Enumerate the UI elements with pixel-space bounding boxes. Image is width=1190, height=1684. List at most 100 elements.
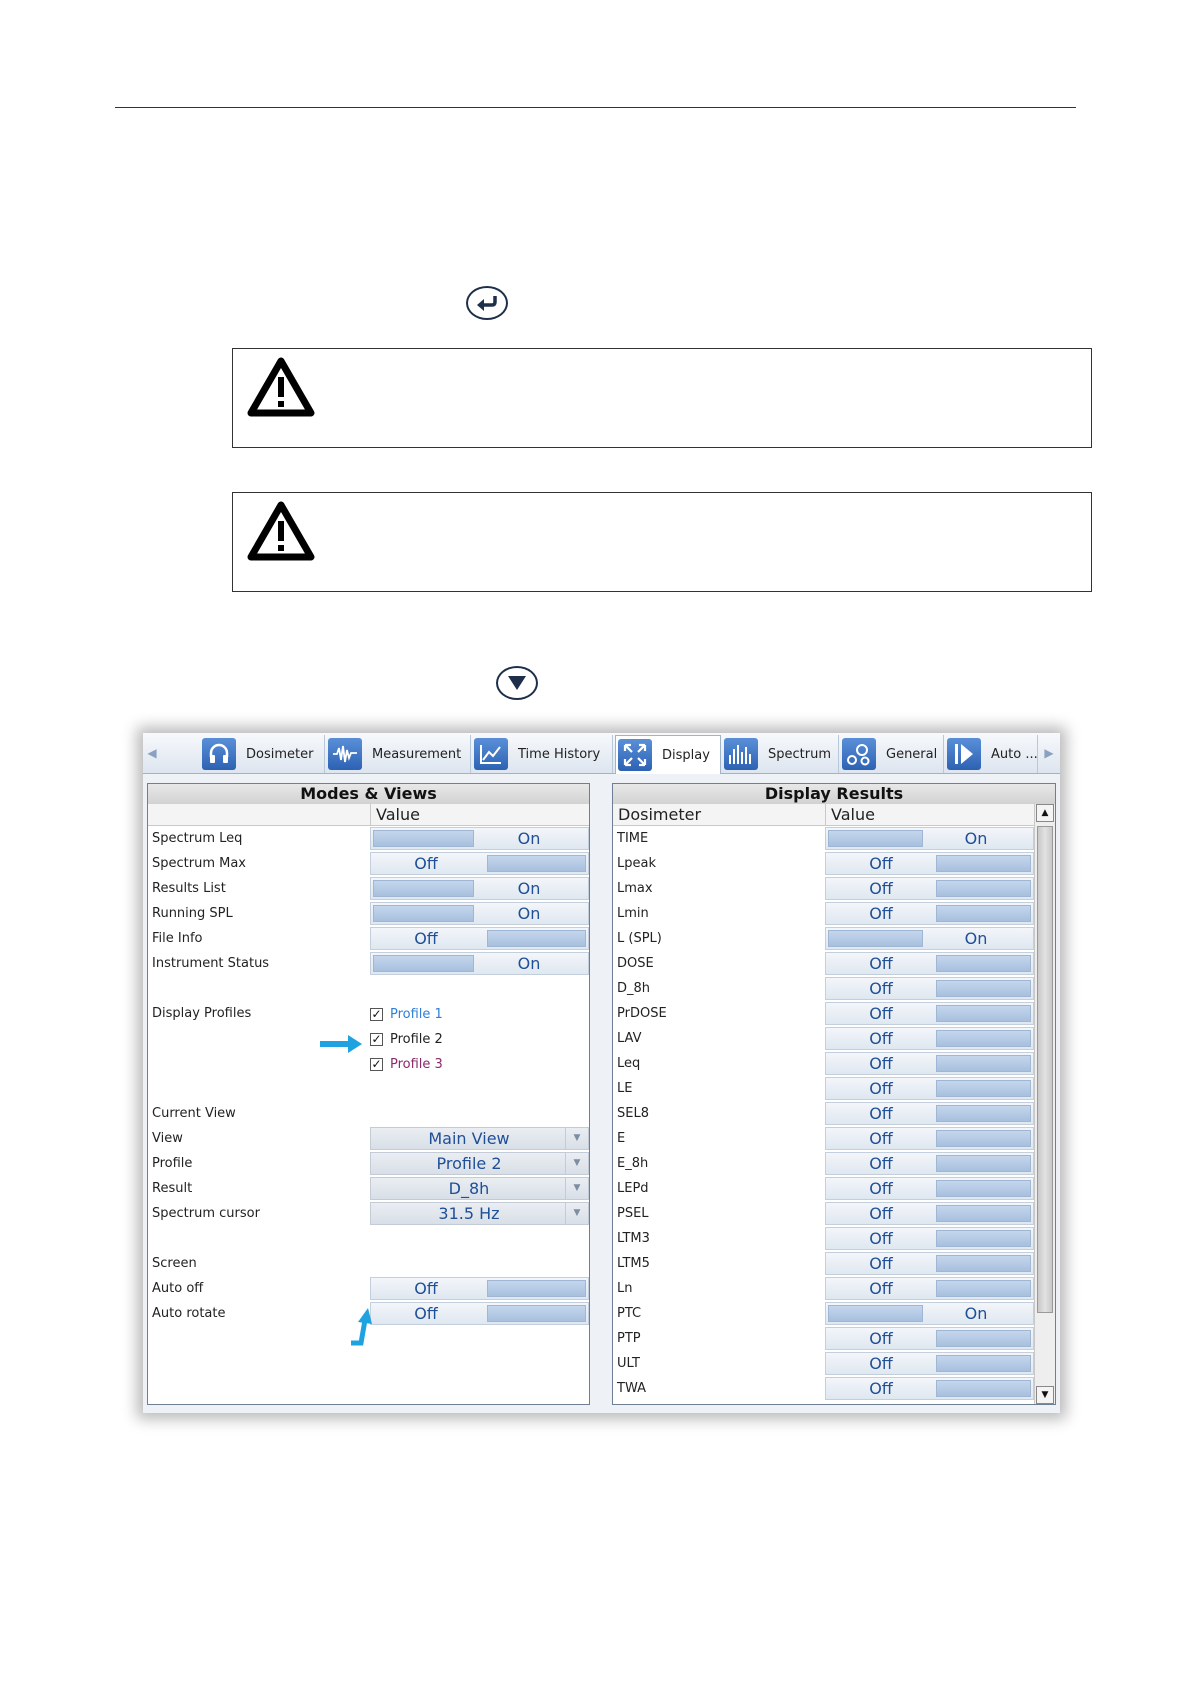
row-label: View — [152, 1131, 183, 1146]
spectrum-cursor-dropdown[interactable]: 31.5 Hz ▼ — [370, 1202, 589, 1225]
result-row-label: E — [617, 1131, 626, 1146]
row-label: Running SPL — [152, 906, 233, 921]
tab-scroll-right-icon[interactable]: ▶ — [1040, 733, 1058, 773]
spectrum-leq-toggle[interactable]: On — [370, 827, 589, 850]
result-row-label: Ln — [617, 1281, 633, 1296]
tab-measurement[interactable]: Measurement — [326, 735, 471, 773]
result-row-label: LEPd — [617, 1181, 649, 1196]
result-dropdown[interactable]: D_8h ▼ — [370, 1177, 589, 1200]
play-icon — [947, 738, 981, 770]
result-toggle[interactable]: Off — [825, 1177, 1034, 1200]
result-row-label: TIME — [617, 831, 649, 846]
view-dropdown[interactable]: Main View ▼ — [370, 1127, 589, 1150]
expand-icon — [618, 739, 652, 771]
auto-off-toggle[interactable]: Off — [370, 1277, 589, 1300]
profile-2-checkbox[interactable]: ✓ — [370, 1033, 383, 1046]
result-row-label: SEL8 — [617, 1106, 649, 1121]
result-toggle[interactable]: Off — [825, 1202, 1034, 1225]
result-toggle[interactable]: Off — [825, 1252, 1034, 1275]
result-toggle[interactable]: Off — [825, 877, 1034, 900]
result-toggle[interactable]: Off — [825, 1277, 1034, 1300]
scroll-up-icon[interactable]: ▲ — [1036, 804, 1054, 822]
result-row-label: PTP — [617, 1331, 641, 1346]
current-view-label: Current View — [152, 1106, 236, 1121]
profile-3-checkbox[interactable]: ✓ — [370, 1058, 383, 1071]
result-row-label: Lmax — [617, 881, 653, 896]
chevron-down-icon: ▼ — [565, 1128, 588, 1149]
auto-rotate-toggle[interactable]: Off — [370, 1302, 589, 1325]
line-chart-icon — [474, 738, 508, 770]
tab-dosimeter[interactable]: Dosimeter — [200, 735, 325, 773]
result-toggle[interactable]: Off — [825, 952, 1034, 975]
tab-display[interactable]: Display — [615, 735, 721, 774]
profile-2-label: Profile 2 — [390, 1032, 443, 1047]
file-info-toggle[interactable]: Off — [370, 927, 589, 950]
result-toggle[interactable]: Off — [825, 902, 1034, 925]
result-row-label: PSEL — [617, 1206, 649, 1221]
tab-bar: ◀ Dosimeter Measurement Time History Dis… — [143, 733, 1060, 774]
column-header-value: Value — [370, 804, 589, 826]
result-toggle[interactable]: Off — [825, 1027, 1034, 1050]
row-label: Spectrum Max — [152, 856, 247, 871]
result-toggle[interactable]: Off — [825, 1002, 1034, 1025]
settings-window: ◀ Dosimeter Measurement Time History Dis… — [143, 733, 1060, 1413]
column-header-name: Dosimeter — [613, 804, 825, 826]
chevron-down-icon: ▼ — [565, 1178, 588, 1199]
result-toggle[interactable]: Off — [825, 1327, 1034, 1350]
tab-time-history[interactable]: Time History — [472, 735, 613, 773]
result-toggle[interactable]: Off — [825, 1052, 1034, 1075]
row-label: Result — [152, 1181, 193, 1196]
result-toggle[interactable]: Off — [825, 1377, 1034, 1400]
gears-icon — [842, 738, 876, 770]
result-toggle[interactable]: Off — [825, 1127, 1034, 1150]
tab-spectrum[interactable]: Spectrum — [722, 735, 839, 773]
result-row-label: TWA — [617, 1381, 646, 1396]
result-toggle[interactable]: On — [825, 1302, 1034, 1325]
result-toggle[interactable]: Off — [825, 1227, 1034, 1250]
modes-views-panel: Modes & Views Value Spectrum Leq On Spec… — [147, 783, 590, 1405]
display-results-panel: Display Results Dosimeter Value TIME On Lp… — [612, 783, 1056, 1405]
tab-scroll-left-icon[interactable]: ◀ — [143, 733, 161, 773]
result-toggle[interactable]: On — [825, 827, 1034, 850]
result-row-label: DOSE — [617, 956, 654, 971]
scrollbar-thumb[interactable] — [1037, 826, 1053, 1313]
bars-icon — [724, 738, 758, 770]
result-toggle[interactable]: On — [825, 927, 1034, 950]
row-label: File Info — [152, 931, 203, 946]
row-label: Spectrum cursor — [152, 1206, 260, 1221]
result-row-label: L (SPL) — [617, 931, 662, 946]
instrument-status-toggle[interactable]: On — [370, 952, 589, 975]
tab-auto[interactable]: Auto ... — [945, 735, 1038, 773]
header-rule — [115, 107, 1076, 108]
result-toggle[interactable]: Off — [825, 1352, 1034, 1375]
result-toggle[interactable]: Off — [825, 1077, 1034, 1100]
result-toggle[interactable]: Off — [825, 977, 1034, 1000]
result-row-label: D_8h — [617, 981, 651, 996]
scroll-down-icon[interactable]: ▼ — [1036, 1386, 1054, 1404]
tab-label: Auto ... — [991, 746, 1038, 762]
warning-icon — [247, 357, 315, 417]
result-toggle[interactable]: Off — [825, 1152, 1034, 1175]
spectrum-max-toggle[interactable]: Off — [370, 852, 589, 875]
chevron-down-icon: ▼ — [565, 1153, 588, 1174]
row-label: Results List — [152, 881, 226, 896]
result-row-label: LE — [617, 1081, 633, 1096]
tab-label: Measurement — [372, 746, 462, 762]
result-row-label: E_8h — [617, 1156, 649, 1171]
down-key-icon — [496, 666, 538, 700]
result-toggle[interactable]: Off — [825, 852, 1034, 875]
row-label: Profile — [152, 1156, 193, 1171]
tab-general[interactable]: General — [840, 735, 944, 773]
waveform-icon — [328, 738, 362, 770]
result-row-label: LTM3 — [617, 1231, 650, 1246]
result-toggle[interactable]: Off — [825, 1102, 1034, 1125]
result-row-label: PrDOSE — [617, 1006, 667, 1021]
vertical-scrollbar[interactable]: ▲ ▼ — [1034, 804, 1055, 1404]
arrow-right-icon — [320, 1035, 362, 1053]
profile-1-checkbox[interactable]: ✓ — [370, 1008, 383, 1021]
result-row-label: Lpeak — [617, 856, 656, 871]
results-list-toggle[interactable]: On — [370, 877, 589, 900]
running-spl-toggle[interactable]: On — [370, 902, 589, 925]
enter-key-icon — [466, 286, 508, 320]
profile-dropdown[interactable]: Profile 2 ▼ — [370, 1152, 589, 1175]
